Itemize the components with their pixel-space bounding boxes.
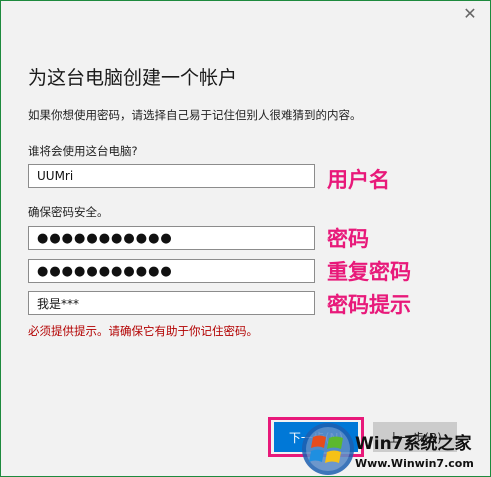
close-icon[interactable]: ✕ bbox=[460, 4, 480, 24]
password-input[interactable] bbox=[28, 226, 315, 250]
username-label: 谁将会使用这台电脑? bbox=[28, 144, 138, 158]
password-hint-annotation: 密码提示 bbox=[327, 292, 411, 317]
password-label: 确保密码安全。 bbox=[28, 205, 109, 219]
username-annotation: 用户名 bbox=[327, 167, 390, 192]
back-button[interactable]: 上一步(B) bbox=[373, 422, 457, 452]
username-input[interactable] bbox=[28, 164, 315, 188]
page-title: 为这台电脑创建一个帐户 bbox=[28, 67, 238, 89]
error-message: 必须提供提示。请确保它有助于你记住密码。 bbox=[28, 324, 258, 338]
confirm-password-input[interactable] bbox=[28, 259, 315, 283]
next-button[interactable]: 下一步(N) bbox=[274, 422, 358, 452]
title-bar: ✕ bbox=[1, 1, 490, 27]
create-account-dialog: ✕ 为这台电脑创建一个帐户 如果你想使用密码，请选择自己易于记住但别人很难猜到的… bbox=[0, 0, 491, 477]
confirm-password-annotation: 重复密码 bbox=[327, 259, 411, 284]
password-annotation: 密码 bbox=[327, 226, 369, 251]
password-hint-input[interactable] bbox=[28, 291, 315, 315]
watermark-url: Www.Winwin7.com bbox=[355, 457, 474, 470]
dialog-description: 如果你想使用密码，请选择自己易于记住但别人很难猜到的内容。 bbox=[28, 108, 362, 122]
